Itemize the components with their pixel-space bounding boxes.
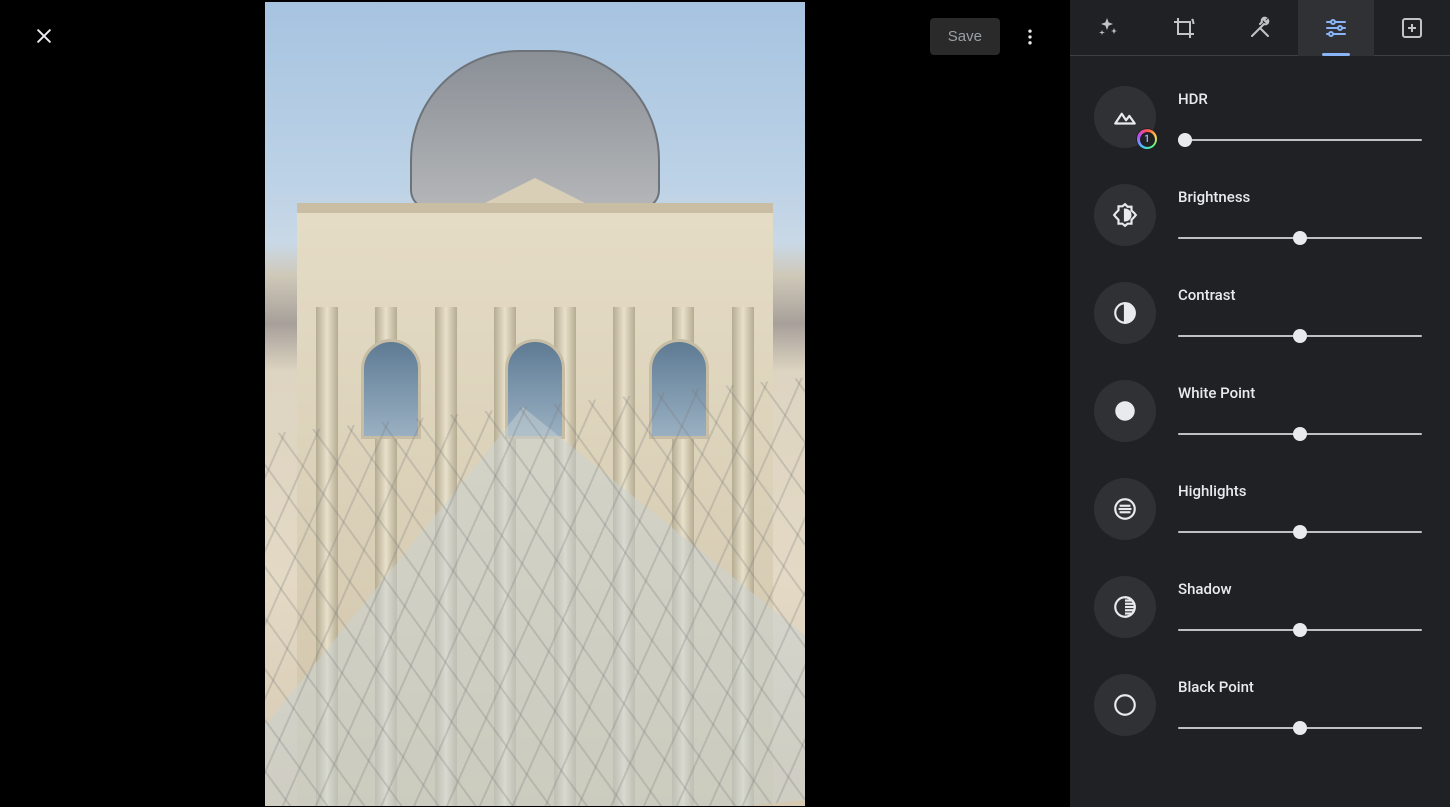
slider-row-blackpoint: Black Point [1094, 656, 1422, 754]
photo-canvas: Save [0, 0, 1070, 807]
tab-crop[interactable] [1146, 0, 1222, 56]
highlights-slider[interactable] [1178, 531, 1422, 533]
contrast-icon-button[interactable] [1094, 282, 1156, 344]
slider-row-shadow: Shadow [1094, 558, 1422, 656]
whitepoint-slider[interactable] [1178, 433, 1422, 435]
close-button[interactable] [32, 24, 56, 48]
save-button[interactable]: Save [930, 18, 1000, 55]
brightness-icon [1112, 202, 1138, 228]
hdr-slider[interactable] [1178, 139, 1422, 141]
ai-badge-label: 1 [1140, 132, 1155, 147]
editor-panel: 1 HDR Brightness [1070, 0, 1450, 807]
crop-rotate-icon [1172, 16, 1196, 40]
whitepoint-label: White Point [1178, 384, 1422, 402]
shadow-label: Shadow [1178, 580, 1422, 598]
sparkle-icon [1096, 16, 1120, 40]
brightness-slider[interactable] [1178, 237, 1422, 239]
adjust-panel[interactable]: 1 HDR Brightness [1070, 56, 1450, 807]
more-vert-icon [1020, 27, 1040, 47]
highlights-icon-button[interactable] [1094, 478, 1156, 540]
slider-row-brightness: Brightness [1094, 166, 1422, 264]
brightness-label: Brightness [1178, 188, 1422, 206]
whitepoint-icon [1112, 398, 1138, 424]
close-icon [34, 26, 54, 46]
shadow-slider[interactable] [1178, 629, 1422, 631]
ai-badge: 1 [1136, 128, 1158, 150]
sliders-icon [1324, 16, 1348, 40]
tab-suggestions[interactable] [1070, 0, 1146, 56]
hdr-label: HDR [1178, 90, 1422, 108]
blackpoint-icon [1112, 692, 1138, 718]
blackpoint-label: Black Point [1178, 678, 1422, 696]
editor-tabs [1070, 0, 1450, 56]
highlights-label: Highlights [1178, 482, 1422, 500]
slider-row-highlights: Highlights [1094, 460, 1422, 558]
slider-row-hdr: 1 HDR [1094, 68, 1422, 166]
add-panel-icon [1400, 16, 1424, 40]
tab-adjust[interactable] [1298, 0, 1374, 56]
blackpoint-slider[interactable] [1178, 727, 1422, 729]
brightness-icon-button[interactable] [1094, 184, 1156, 246]
blackpoint-icon-button[interactable] [1094, 674, 1156, 736]
canvas-actions: Save [930, 18, 1042, 55]
tab-tools[interactable] [1222, 0, 1298, 56]
slider-row-contrast: Contrast [1094, 264, 1422, 362]
highlights-icon [1112, 496, 1138, 522]
tools-icon [1248, 16, 1272, 40]
shadow-icon-button[interactable] [1094, 576, 1156, 638]
more-options-button[interactable] [1018, 25, 1042, 49]
edited-photo [265, 2, 805, 806]
contrast-slider[interactable] [1178, 335, 1422, 337]
slider-row-whitepoint: White Point [1094, 362, 1422, 460]
contrast-label: Contrast [1178, 286, 1422, 304]
contrast-icon [1112, 300, 1138, 326]
shadow-icon [1112, 594, 1138, 620]
hdr-icon [1112, 104, 1138, 130]
hdr-icon-button[interactable]: 1 [1094, 86, 1156, 148]
whitepoint-icon-button[interactable] [1094, 380, 1156, 442]
tab-more[interactable] [1374, 0, 1450, 56]
